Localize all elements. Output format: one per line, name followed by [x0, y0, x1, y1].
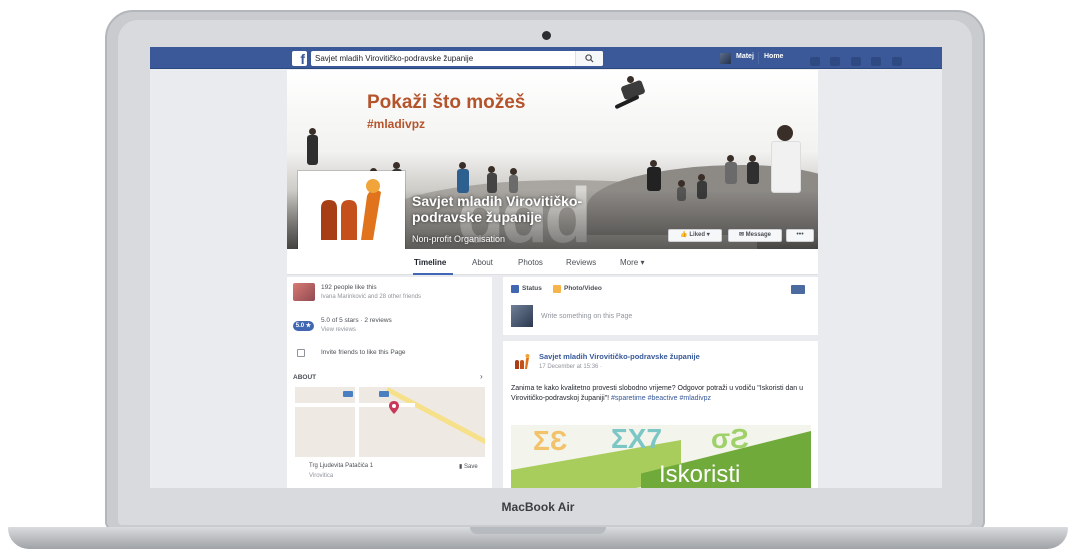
timeline-post: Savjet mladih Virovitičko-podravske župa…	[503, 341, 818, 488]
settings-dropdown-icon[interactable]	[891, 57, 902, 66]
status-tab[interactable]: Status	[522, 285, 542, 292]
chevron-right-icon[interactable]: ›	[480, 372, 483, 381]
page-category: Non-profit Organisation	[412, 234, 506, 244]
map-pin-icon	[389, 401, 399, 414]
post-image[interactable]: ƩƐ ΣX7 σƧ Iskoristi	[511, 425, 811, 488]
post-author-link[interactable]: Savjet mladih Virovitičko-podravske župa…	[539, 352, 700, 361]
divider	[758, 52, 759, 64]
laptop-notch	[470, 527, 606, 534]
cover-headline: Pokaži što možeš	[367, 92, 526, 113]
search-input[interactable]	[311, 51, 603, 66]
cover-hashtag: #mladivpz	[367, 117, 426, 131]
address-line-1[interactable]: Trg Ljudevita Patačića 1	[309, 463, 373, 469]
page-logo-icon	[321, 179, 381, 240]
page-logo-icon[interactable]	[513, 353, 531, 371]
friends-like-text[interactable]: Ivana Marinković and 28 other friends	[321, 294, 421, 300]
post-image-word: Iskoristi	[659, 461, 741, 488]
save-location-button[interactable]: ▮ Save	[459, 463, 478, 470]
rating-badge: 5.0 ★	[293, 321, 314, 331]
post-text: Zanima te kako kvalitetno provesti slobo…	[511, 385, 803, 402]
tab-timeline[interactable]: Timeline	[414, 258, 446, 267]
view-reviews-link[interactable]: View reviews	[321, 327, 356, 333]
page-profile-picture[interactable]	[298, 171, 405, 257]
active-tab-indicator	[413, 273, 453, 275]
device-brand-label: MacBook Air	[501, 500, 575, 514]
tab-about[interactable]: About	[472, 258, 493, 267]
user-avatar[interactable]	[720, 53, 731, 64]
camera-icon	[542, 31, 551, 40]
post-as-dropdown[interactable]	[791, 285, 805, 294]
page-tabs: Timeline About Photos Reviews More ▾	[287, 249, 818, 275]
bookmark-icon: ▮	[459, 464, 463, 470]
notification-icons	[810, 53, 908, 71]
user-name-link[interactable]: Matej	[736, 53, 754, 60]
facebook-top-bar: f Matej Home	[150, 47, 942, 69]
liked-button[interactable]: 👍 Liked ▾	[668, 229, 722, 242]
notifications-icon[interactable]	[850, 57, 861, 66]
help-icon[interactable]	[871, 57, 882, 66]
friend-avatar[interactable]	[293, 283, 315, 301]
facebook-logo-icon[interactable]: f	[292, 51, 307, 67]
address-line-2: Virovitica	[309, 473, 334, 479]
rating-summary: 5.0 of 5 stars · 2 reviews	[321, 317, 392, 324]
thumbs-up-icon: 👍	[680, 232, 688, 238]
messages-icon[interactable]	[830, 57, 841, 66]
message-icon: ✉	[738, 232, 744, 238]
post-timestamp[interactable]: 17 December at 15:36 ·	[539, 364, 602, 370]
location-map[interactable]	[295, 387, 485, 457]
laptop-screen: f Matej Home ɑɑd	[150, 47, 942, 488]
likes-count[interactable]: 192 people like this	[321, 284, 377, 291]
message-button[interactable]: ✉ Message	[728, 229, 782, 242]
left-sidebar: 192 people like this Ivana Marinković an…	[287, 277, 492, 488]
more-options-button[interactable]: •••	[786, 229, 814, 242]
photo-video-tab[interactable]: Photo/Video	[564, 285, 602, 292]
composer-avatar	[511, 305, 533, 327]
invite-icon	[297, 349, 305, 357]
photo-icon	[553, 285, 561, 293]
status-icon	[511, 285, 519, 293]
about-section-title: ABOUT	[293, 374, 317, 381]
search-button[interactable]	[575, 51, 603, 66]
tab-reviews[interactable]: Reviews	[566, 258, 596, 267]
composer-input[interactable]: Write something on this Page	[541, 313, 632, 320]
page-name[interactable]: Savjet mladih Virovitičko-podravske župa…	[412, 193, 612, 225]
post-composer: Status Photo/Video Write something on th…	[503, 277, 818, 335]
tab-photos[interactable]: Photos	[518, 258, 543, 267]
home-link[interactable]: Home	[764, 53, 783, 60]
invite-friends-link[interactable]: Invite friends to like this Page	[321, 349, 406, 356]
friend-requests-icon[interactable]	[810, 57, 820, 66]
tab-more[interactable]: More ▾	[620, 258, 644, 267]
post-hashtags[interactable]: #sparetime #beactive #mladivpz	[611, 395, 711, 402]
search-icon	[585, 54, 594, 63]
